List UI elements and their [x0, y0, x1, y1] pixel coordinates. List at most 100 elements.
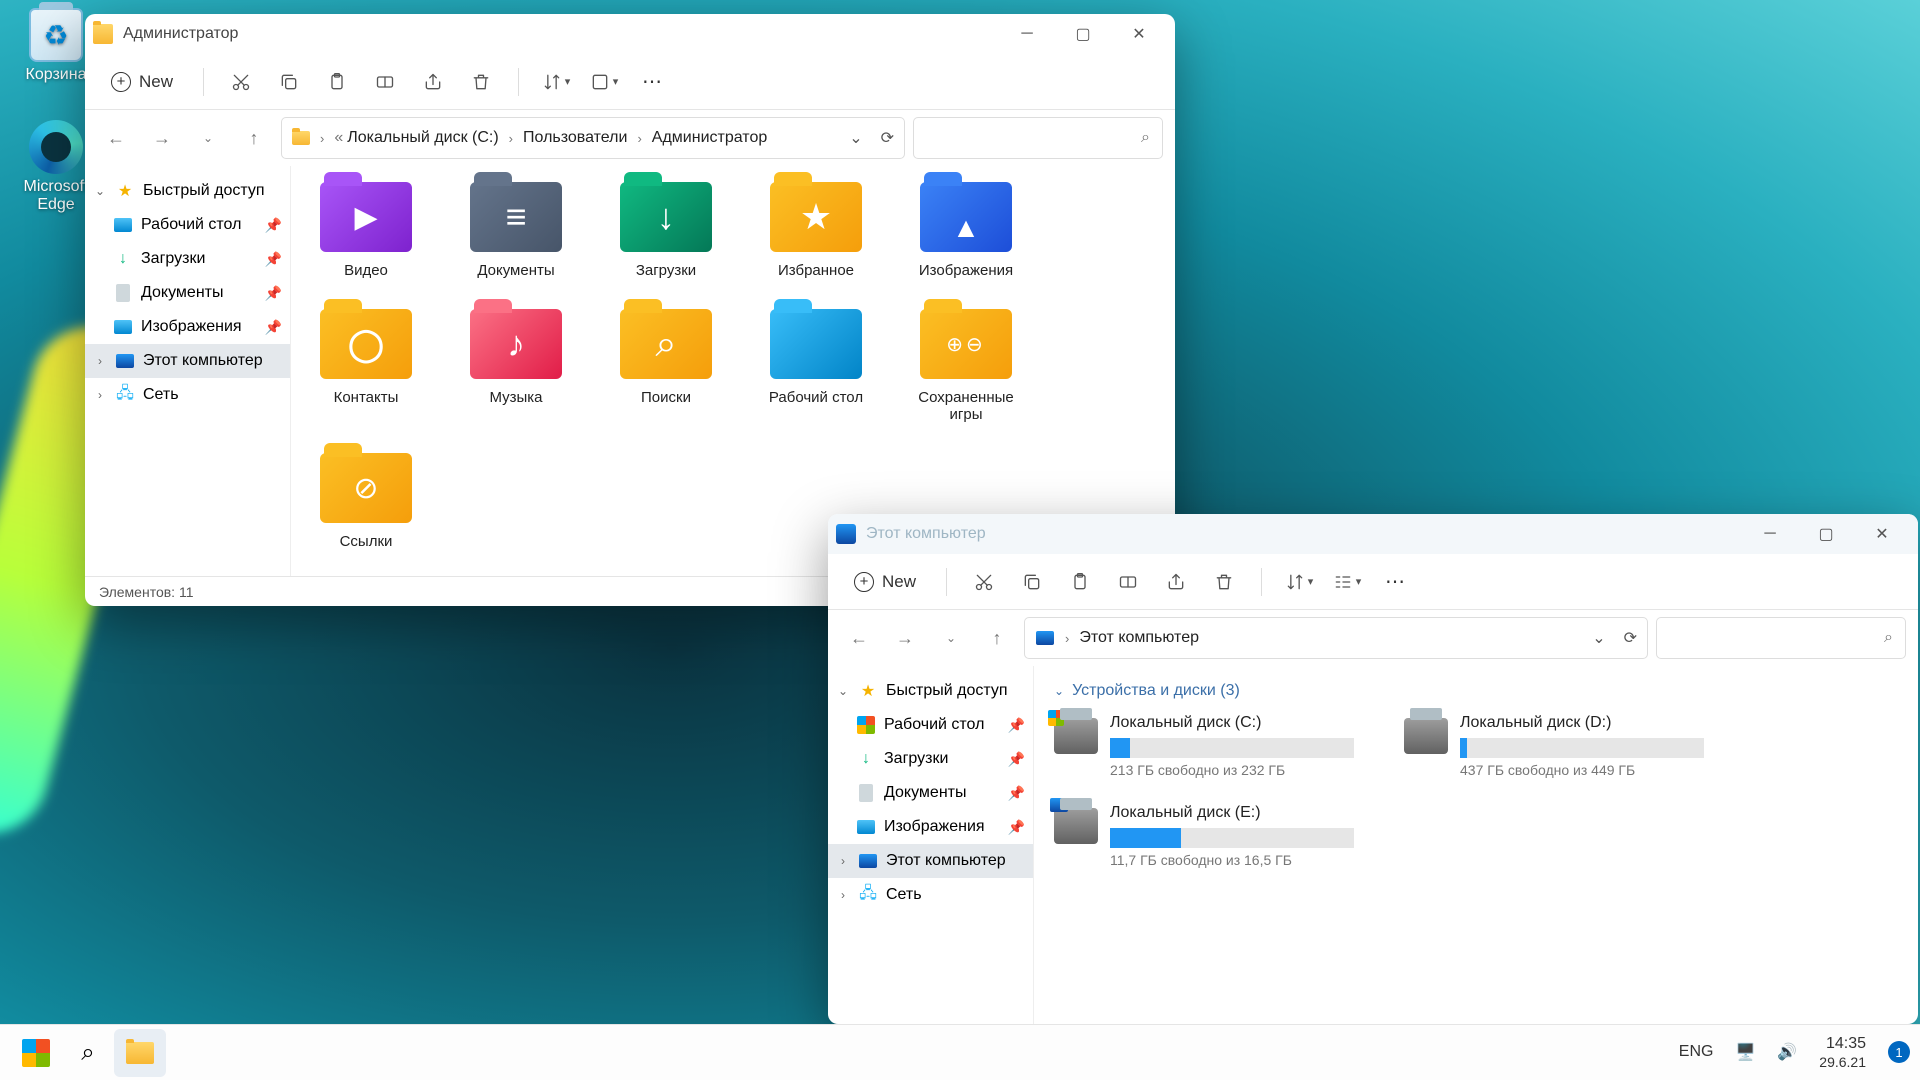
- clock-date: 29.6.21: [1819, 1054, 1866, 1070]
- recent-button[interactable]: ⌄: [932, 619, 970, 657]
- sidebar-item-quick[interactable]: ⌄★Быстрый доступ: [828, 674, 1033, 708]
- up-button[interactable]: ↑: [235, 119, 273, 157]
- sidebar-item-quick[interactable]: ⌄★Быстрый доступ: [85, 174, 290, 208]
- drive-item[interactable]: Локальный диск (E:) 11,7 ГБ свободно из …: [1054, 804, 1354, 868]
- paste-button[interactable]: [1059, 563, 1101, 601]
- divider: [946, 568, 947, 596]
- folder-searches[interactable]: Поиски: [611, 309, 721, 423]
- pc-icon: [836, 524, 856, 544]
- folder-label: Документы: [461, 262, 571, 279]
- more-button[interactable]: ⋯: [1374, 563, 1416, 601]
- sidebar-item-desktop[interactable]: Рабочий стол📌: [828, 708, 1033, 742]
- sidebar-item-thispc[interactable]: ›Этот компьютер: [828, 844, 1033, 878]
- delete-button[interactable]: [1203, 563, 1245, 601]
- drive-icon: [1054, 808, 1098, 844]
- titlebar[interactable]: Администратор ─ ▢ ✕: [85, 14, 1175, 54]
- tray-network-icon[interactable]: 🖥️: [1735, 1042, 1755, 1062]
- share-button[interactable]: [1155, 563, 1197, 601]
- language-indicator[interactable]: ENG: [1679, 1043, 1714, 1061]
- chevron-down-icon[interactable]: ⌄: [849, 128, 862, 148]
- delete-button[interactable]: [460, 63, 502, 101]
- search-input[interactable]: ⌕: [913, 117, 1163, 159]
- forward-button[interactable]: →: [143, 119, 181, 157]
- new-button[interactable]: + New: [97, 65, 187, 99]
- explorer-app[interactable]: [114, 1029, 166, 1077]
- copy-button[interactable]: [1011, 563, 1053, 601]
- more-button[interactable]: ⋯: [631, 63, 673, 101]
- up-button[interactable]: ↑: [978, 619, 1016, 657]
- refresh-button[interactable]: ⟳: [1624, 628, 1637, 648]
- folder-music[interactable]: Музыка: [461, 309, 571, 423]
- drive-name: Локальный диск (E:): [1110, 804, 1354, 822]
- drives-list: Локальный диск (C:) 213 ГБ свободно из 2…: [1054, 714, 1898, 868]
- cut-button[interactable]: [963, 563, 1005, 601]
- view-button[interactable]: ▾: [583, 63, 625, 101]
- new-button[interactable]: + New: [840, 565, 930, 599]
- rename-button[interactable]: [1107, 563, 1149, 601]
- sidebar-item-downloads[interactable]: ↓Загрузки📌: [85, 242, 290, 276]
- breadcrumb[interactable]: › « Локальный диск (C:) › Пользователи ›…: [281, 117, 905, 159]
- document-icon: [859, 784, 873, 802]
- drive-item[interactable]: Локальный диск (C:) 213 ГБ свободно из 2…: [1054, 714, 1354, 778]
- folder-downloads[interactable]: Загрузки: [611, 182, 721, 279]
- section-header-drives[interactable]: ⌄ Устройства и диски (3): [1054, 682, 1898, 700]
- search-input[interactable]: ⌕: [1656, 617, 1906, 659]
- tray-volume-icon[interactable]: 🔊: [1777, 1042, 1797, 1062]
- notification-badge[interactable]: 1: [1888, 1041, 1910, 1063]
- rename-button[interactable]: [364, 63, 406, 101]
- drive-item[interactable]: Локальный диск (D:) 437 ГБ свободно из 4…: [1404, 714, 1704, 778]
- sidebar-item-pictures[interactable]: Изображения📌: [828, 810, 1033, 844]
- share-button[interactable]: [412, 63, 454, 101]
- sidebar-item-thispc[interactable]: ›Этот компьютер: [85, 344, 290, 378]
- close-button[interactable]: ✕: [1111, 14, 1167, 54]
- folder-documents[interactable]: Документы: [461, 182, 571, 279]
- folder-contacts[interactable]: Контакты: [311, 309, 421, 423]
- back-button[interactable]: ←: [97, 119, 135, 157]
- folder-desktop[interactable]: Рабочий стол: [761, 309, 871, 423]
- forward-button[interactable]: →: [886, 619, 924, 657]
- folder-savedgames[interactable]: Сохраненные игры: [911, 309, 1021, 423]
- minimize-button[interactable]: ─: [999, 14, 1055, 54]
- cut-button[interactable]: [220, 63, 262, 101]
- crumb-segment[interactable]: Администратор: [652, 129, 767, 147]
- download-icon: ↓: [113, 249, 133, 269]
- view-button[interactable]: ▾: [1326, 563, 1368, 601]
- sort-button[interactable]: ▾: [1278, 563, 1320, 601]
- titlebar[interactable]: Этот компьютер ─ ▢ ✕: [828, 514, 1918, 554]
- folder-pictures[interactable]: Изображения: [911, 182, 1021, 279]
- copy-button[interactable]: [268, 63, 310, 101]
- sidebar-item-pictures[interactable]: Изображения📌: [85, 310, 290, 344]
- refresh-button[interactable]: ⟳: [881, 128, 894, 148]
- chevron-down-icon[interactable]: ⌄: [1592, 628, 1605, 648]
- search-button[interactable]: ⌕: [62, 1029, 114, 1077]
- recent-button[interactable]: ⌄: [189, 119, 227, 157]
- folder-favorites[interactable]: Избранное: [761, 182, 871, 279]
- maximize-button[interactable]: ▢: [1798, 514, 1854, 554]
- plus-icon: +: [854, 572, 874, 592]
- drive-free-text: 437 ГБ свободно из 449 ГБ: [1460, 762, 1704, 778]
- crumb-segment[interactable]: Пользователи: [523, 129, 627, 147]
- start-button[interactable]: [10, 1029, 62, 1077]
- sidebar-item-label: Быстрый доступ: [143, 182, 265, 200]
- paste-button[interactable]: [316, 63, 358, 101]
- window-controls: ─ ▢ ✕: [1742, 514, 1910, 554]
- back-button[interactable]: ←: [840, 619, 878, 657]
- navbar: ← → ⌄ ↑ › « Локальный диск (C:) › Пользо…: [85, 110, 1175, 166]
- clock[interactable]: 14:35 29.6.21: [1819, 1035, 1866, 1069]
- crumb-segment[interactable]: Локальный диск (C:): [347, 129, 498, 147]
- close-button[interactable]: ✕: [1854, 514, 1910, 554]
- sidebar-item-documents[interactable]: Документы📌: [85, 276, 290, 310]
- crumb-segment[interactable]: Этот компьютер: [1079, 629, 1199, 647]
- sidebar-item-desktop[interactable]: Рабочий стол📌: [85, 208, 290, 242]
- maximize-button[interactable]: ▢: [1055, 14, 1111, 54]
- minimize-button[interactable]: ─: [1742, 514, 1798, 554]
- sidebar-item-network[interactable]: ›🖧Сеть: [828, 878, 1033, 912]
- sidebar-item-documents[interactable]: Документы📌: [828, 776, 1033, 810]
- breadcrumb[interactable]: › Этот компьютер ⌄⟳: [1024, 617, 1648, 659]
- sidebar-item-network[interactable]: ›🖧Сеть: [85, 378, 290, 412]
- folder-video[interactable]: Видео: [311, 182, 421, 279]
- documents-folder-icon: [470, 182, 562, 252]
- sidebar-item-downloads[interactable]: ↓Загрузки📌: [828, 742, 1033, 776]
- folder-links[interactable]: Ссылки: [311, 453, 421, 550]
- sort-button[interactable]: ▾: [535, 63, 577, 101]
